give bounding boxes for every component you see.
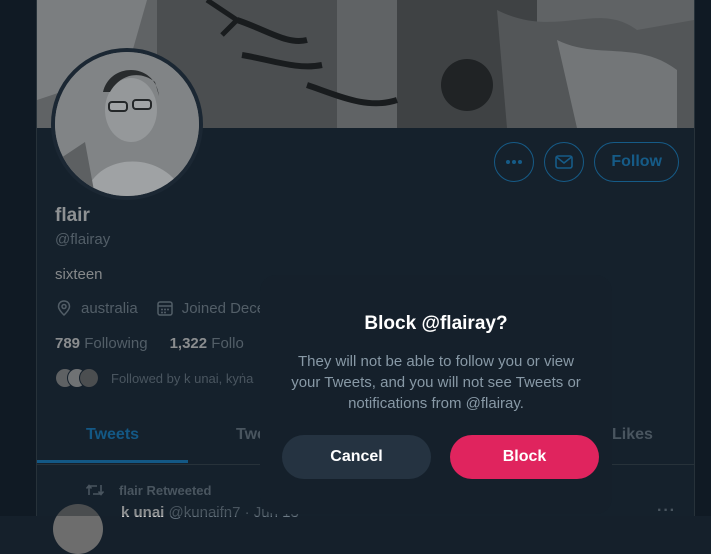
- block-dialog: Block @flairay? They will not be able to…: [260, 275, 612, 514]
- dialog-body: They will not be able to follow you or v…: [291, 353, 581, 412]
- dialog-buttons: Cancel Block: [282, 435, 599, 479]
- dialog-title: Block @flairay?: [364, 313, 508, 334]
- block-button[interactable]: Block: [450, 435, 599, 479]
- cancel-button[interactable]: Cancel: [282, 435, 431, 479]
